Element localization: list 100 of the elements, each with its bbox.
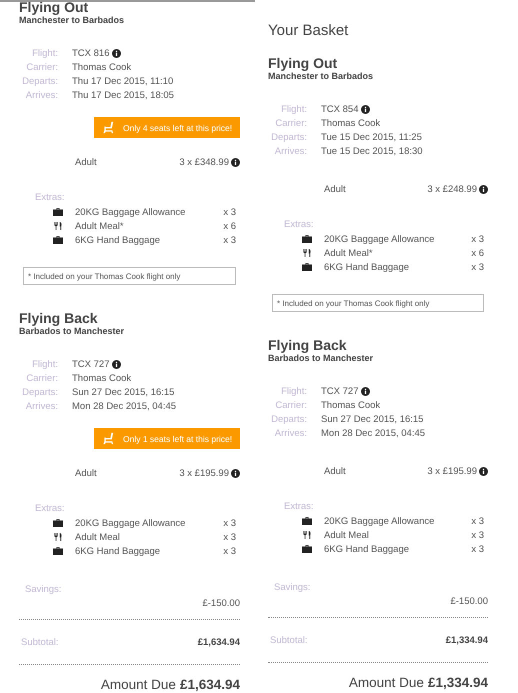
detail-label: Flight: [31,358,58,370]
fare-label: Adult [75,468,97,478]
detail-value: TCX 854 [321,104,358,114]
suitcase-icon [302,235,312,243]
extras-label: Extras: [283,500,315,514]
leg-route: Manchester to Barbados [19,15,126,26]
detail-label: Carrier: [25,372,58,384]
basket-heading: Your Basket [268,22,350,40]
detail-label: Departs: [21,76,58,86]
extras-label: Extras: [34,502,66,516]
extra-quantity: x 6 [223,220,236,232]
detail-value: Thomas Cook [72,62,132,72]
extra-quantity: x 3 [223,532,236,542]
extra-quantity: x 3 [223,234,236,246]
extra-quantity: x 3 [223,546,236,556]
suitcase-icon [302,263,312,271]
detail-label: Flight: [280,104,307,114]
fare-price: 3 x £195.99 [427,466,477,476]
fare-label: Adult [324,184,346,194]
seats-alert: Only 4 seats left at this price! [94,117,240,138]
extra-quantity: x 3 [471,262,484,272]
extra-quantity: x 3 [471,234,484,244]
detail-value: Thu 17 Dec 2015, 11:10 [72,76,174,86]
leg-title: Flying Out [268,56,338,71]
info-icon[interactable] [231,468,240,478]
subtotal-label: Subtotal: [20,636,58,648]
extra-name: 20KG Baggage Allowance [324,234,436,244]
detail-label: Arrives: [24,400,58,412]
info-icon[interactable] [360,104,370,114]
detail-value: Mon 28 Dec 2015, 04:45 [72,400,176,412]
extra-quantity: x 3 [471,516,484,526]
leg-route: Barbados to Manchester [268,353,374,364]
detail-label: Flight: [31,48,58,58]
leg-route: Manchester to Barbados [268,71,374,82]
detail-label: Arrives: [274,146,307,156]
footnote-box: * Included on your Thomas Cook flight only [272,294,484,312]
info-icon[interactable] [479,184,488,194]
savings-value: £-150.00 [450,596,488,607]
fare-label: Adult [324,466,346,476]
savings-label: Savings: [273,581,312,595]
info-icon[interactable] [112,48,120,58]
amount-due-label: Amount Due [348,675,424,690]
detail-value: Tue 15 Dec 2015, 18:30 [321,146,423,156]
fare-label: Adult [75,156,97,168]
extra-name: 6KG Hand Baggage [75,546,162,556]
amount-due-value: £1,634.94 [180,677,240,692]
extra-name: Adult Meal* [324,248,374,258]
extra-name: 20KG Baggage Allowance [324,516,436,526]
leg-title: Flying Out [19,0,90,15]
cutlery-icon [53,222,63,230]
leg-title: Flying Back [19,311,99,326]
fare-price: 3 x £195.99 [179,468,229,478]
extras-label: Extras: [283,218,315,232]
suitcase-icon [53,236,63,244]
detail-label: Departs: [270,132,307,142]
fare-price: 3 x £248.99 [427,184,477,194]
extra-name: Adult Meal* [75,220,125,232]
detail-value: TCX 727 [321,386,358,396]
detail-label: Carrier: [25,62,58,72]
detail-value: Thomas Cook [321,118,380,128]
detail-label: Arrives: [274,428,307,438]
fare-price: 3 x £348.99 [179,156,229,168]
extra-name: Adult Meal [324,530,370,540]
info-icon[interactable] [479,466,488,476]
info-icon[interactable] [231,158,240,166]
extras-label: Extras: [34,191,66,205]
extra-name: Adult Meal [75,532,121,542]
suitcase-icon [302,517,312,525]
extra-name: 6KG Hand Baggage [324,544,410,554]
detail-label: Arrives: [24,90,58,100]
suitcase-icon [53,519,63,527]
subtotal-value: £1,334.94 [446,634,488,646]
extra-quantity: x 3 [223,206,236,218]
leg-title: Flying Back [268,338,348,353]
suitcase-icon [53,208,63,216]
detail-value: Thu 17 Dec 2015, 18:05 [72,90,174,100]
seats-alert: Only 1 seats left at this price! [94,428,240,449]
detail-value: TCX 727 [72,358,110,370]
cutlery-icon [53,533,63,541]
detail-label: Carrier: [274,400,307,410]
savings-label: Savings: [24,583,62,597]
extra-name: 20KG Baggage Allowance [75,206,186,218]
extra-quantity: x 6 [471,248,484,258]
detail-label: Flight: [280,386,307,396]
detail-value: Thomas Cook [321,400,380,410]
leg-route: Barbados to Manchester [19,326,126,337]
info-icon[interactable] [360,386,370,396]
extra-quantity: x 3 [471,544,484,554]
info-icon[interactable] [112,360,120,368]
cutlery-icon [302,249,312,257]
detail-label: Departs: [21,386,58,398]
detail-label: Departs: [270,414,307,424]
extra-quantity: x 3 [223,518,236,528]
subtotal-value: £1,634.94 [198,636,240,648]
extra-name: 6KG Hand Baggage [324,262,410,272]
cutlery-icon [302,531,312,539]
subtotal-label: Subtotal: [269,634,308,646]
extra-quantity: x 3 [471,530,484,540]
extra-name: 6KG Hand Baggage [75,234,162,246]
detail-value: Tue 15 Dec 2015, 11:25 [321,132,422,142]
